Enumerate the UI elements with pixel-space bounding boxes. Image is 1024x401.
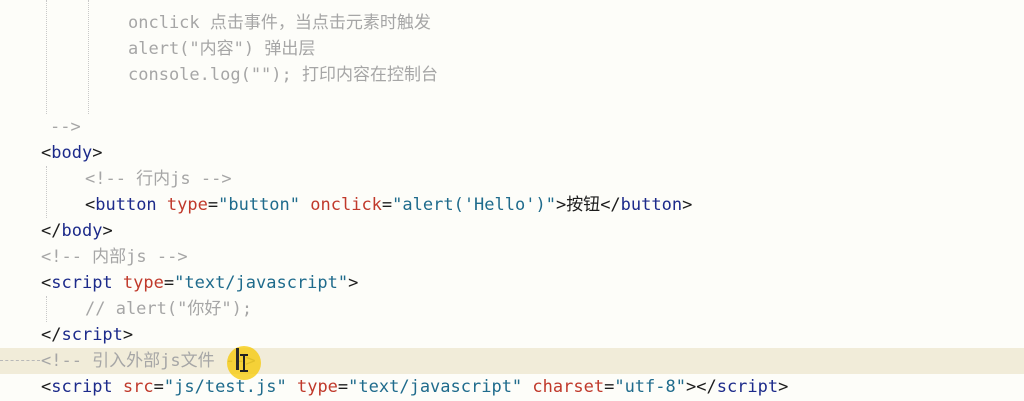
code-line-content: <button type="button" onclick="alert('He…	[85, 192, 692, 218]
code-line-content: <body>	[41, 140, 102, 166]
ibeam-cursor-icon	[240, 354, 248, 372]
code-line[interactable]	[0, 88, 1024, 114]
code-token: onclick	[310, 195, 382, 215]
code-token: alert("内容") 弹出层	[128, 39, 316, 59]
code-token: >	[555, 195, 567, 215]
code-line[interactable]: <script src="js/test.js" type="text/java…	[0, 374, 1024, 400]
code-line[interactable]: -->	[0, 114, 1024, 140]
code-token: 按钮	[566, 195, 601, 215]
code-token: >	[348, 273, 359, 293]
code-line-content: // alert("你好");	[85, 296, 252, 322]
code-token: type	[296, 377, 338, 397]
current-line-marker	[0, 360, 40, 361]
code-token: <!-- 行内js -->	[85, 169, 232, 189]
code-line-content: <!-- 引入外部js文件 -->	[41, 348, 256, 374]
code-line-content: <!-- 行内js -->	[85, 166, 232, 192]
code-line[interactable]: <!-- 内部js -->	[0, 244, 1024, 270]
code-line-content: alert("内容") 弹出层	[128, 36, 315, 62]
code-token: >	[778, 377, 789, 397]
code-token: >	[122, 325, 134, 345]
code-token: "text/javascript"	[174, 273, 349, 293]
code-token: console.log(""); 打印内容在控制台	[128, 65, 438, 85]
code-token: -->	[50, 117, 81, 137]
code-line[interactable]: <!-- 引入外部js文件 -->	[0, 348, 1024, 374]
code-token: button	[620, 195, 683, 215]
code-line-content: <script src="js/test.js" type="text/java…	[41, 374, 788, 400]
code-editor[interactable]: onclick 点击事件，当点击元素时触发 alert("内容") 弹出层 cons…	[0, 0, 1024, 401]
code-token: body	[61, 221, 103, 241]
code-token: =	[163, 273, 175, 293]
code-token: <	[41, 143, 52, 163]
code-token: button	[95, 195, 157, 215]
code-line[interactable]: <body>	[0, 140, 1024, 166]
code-token: =	[381, 195, 393, 215]
code-token: body	[51, 143, 93, 163]
code-token: src	[122, 377, 154, 397]
code-token: <!-- 引入外部js文件 -->	[41, 351, 256, 371]
code-line[interactable]: <button type="button" onclick="alert('He…	[0, 192, 1024, 218]
text-cursor	[236, 348, 239, 370]
code-line[interactable]: // alert("你好");	[0, 296, 1024, 322]
code-token: =	[337, 377, 349, 397]
code-line[interactable]: onclick 点击事件，当点击元素时触发	[0, 10, 1024, 36]
code-line-content: <!-- 内部js -->	[41, 244, 188, 270]
code-line-content: <script type="text/javascript">	[41, 270, 358, 296]
code-line-content: -->	[50, 114, 81, 140]
code-token: <	[85, 195, 96, 215]
code-token: "utf-8"	[614, 377, 686, 397]
code-token: <!-- 内部js -->	[41, 247, 188, 267]
code-token: type	[122, 273, 164, 293]
code-token: charset	[532, 377, 605, 397]
code-line-content: </body>	[41, 218, 113, 244]
code-token: script	[61, 325, 123, 345]
code-line[interactable]: </script>	[0, 322, 1024, 348]
code-token: type	[166, 195, 208, 215]
code-token: =	[153, 377, 164, 397]
code-line[interactable]: alert("内容") 弹出层	[0, 36, 1024, 62]
code-token: </	[41, 221, 62, 241]
code-line[interactable]: <script type="text/javascript">	[0, 270, 1024, 296]
code-line-content: </script>	[41, 322, 133, 348]
code-line[interactable]: console.log(""); 打印内容在控制台	[0, 62, 1024, 88]
code-token: =	[604, 377, 615, 397]
code-token: <	[41, 377, 52, 397]
code-token: script	[51, 377, 113, 397]
code-token: >	[92, 143, 103, 163]
code-token: >	[682, 195, 693, 215]
code-token: "js/test.js"	[163, 377, 287, 397]
code-token: // alert("你好");	[85, 299, 253, 319]
code-line[interactable]: </body>	[0, 218, 1024, 244]
code-token: "alert('Hello')"	[392, 195, 556, 215]
code-token: "button"	[218, 195, 301, 215]
code-token: onclick 点击事件，当点击元素时触发	[128, 13, 431, 33]
code-line[interactable]: <!-- 行内js -->	[0, 166, 1024, 192]
code-line-content: onclick 点击事件，当点击元素时触发	[128, 10, 431, 36]
code-token: script	[51, 273, 113, 293]
code-token: =	[207, 195, 219, 215]
code-token: <	[41, 273, 52, 293]
code-token: </	[600, 195, 621, 215]
code-token: ></	[685, 377, 717, 397]
code-token: "text/javascript"	[348, 377, 523, 397]
code-token: >	[102, 221, 113, 241]
code-token: script	[716, 377, 779, 397]
code-token: </	[41, 325, 62, 345]
code-line-content: console.log(""); 打印内容在控制台	[128, 62, 438, 88]
